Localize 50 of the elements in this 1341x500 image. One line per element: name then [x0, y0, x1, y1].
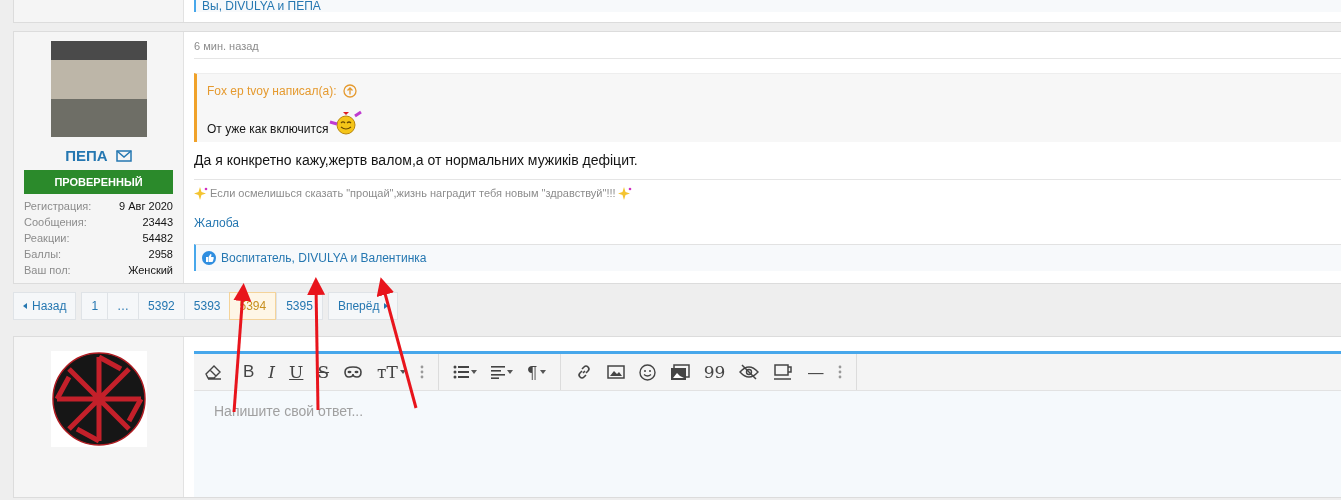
mask-icon[interactable] [343, 366, 364, 378]
stat-label: Ваш пол: [24, 263, 71, 278]
align-button[interactable] [490, 365, 513, 379]
reactions-text[interactable]: Вы, DIVULYA и ПЕПА [202, 1, 321, 12]
more-vertical-icon[interactable] [838, 365, 843, 379]
reply-editor[interactable]: B I U S тT ¶ 99 — Напишите свой ответ... [194, 351, 1341, 497]
page-button[interactable]: 5393 [183, 292, 230, 320]
stat-value: 23443 [142, 215, 173, 230]
page-button[interactable]: 5395 [276, 292, 323, 320]
post-time[interactable]: 6 мин. назад [194, 32, 1341, 59]
toolbar-button[interactable]: S [317, 362, 330, 382]
image-icon[interactable] [606, 365, 625, 379]
more-vertical-icon[interactable] [419, 365, 424, 379]
gallery-icon[interactable] [669, 363, 690, 381]
toolbar-button[interactable]: тT [377, 362, 406, 382]
stat-value: 2958 [148, 247, 173, 262]
stat-value: 54482 [142, 231, 173, 246]
report-link[interactable]: Жалоба [194, 216, 239, 230]
eraser-icon[interactable] [205, 364, 223, 380]
quote-text: От уже как включится [207, 122, 329, 136]
signature-text: Если осмелишься сказать "прощай",жизнь наградит тебя новым "здравствуй"!!! [210, 187, 616, 199]
sparkle-icon [194, 186, 208, 200]
envelope-icon[interactable] [115, 149, 132, 162]
next-page-button[interactable]: Вперёд [327, 292, 399, 320]
username-link[interactable]: ПЕПА [65, 147, 108, 164]
toolbar-button[interactable]: ¶ [526, 362, 546, 382]
toolbar-button[interactable]: — [807, 362, 825, 382]
stat-value: Женский [128, 263, 173, 278]
list-button[interactable] [452, 365, 477, 379]
sparkle-icon [617, 186, 632, 200]
user-title-banner: ПРОВЕРЕННЫЙ [24, 170, 173, 194]
smiley-icon[interactable] [638, 363, 656, 381]
hidden-eye-icon[interactable] [739, 364, 760, 380]
page-button[interactable]: … [107, 292, 139, 320]
stat-label: Баллы: [24, 247, 62, 262]
stat-label: Реакции: [24, 231, 70, 246]
post-text: Да я конкретно кажу,жертв валом,а от нормальних мужиків дефіцит. [194, 142, 1341, 180]
cup-icon[interactable] [773, 364, 794, 380]
toolbar-button[interactable]: I [268, 362, 276, 382]
page-button[interactable]: 5392 [138, 292, 184, 320]
previous-page-button[interactable]: Назад [13, 292, 77, 320]
stat-value: 9 Авг 2020 [119, 199, 173, 214]
thumbs-up-icon [202, 251, 216, 265]
toolbar-button[interactable]: B [237, 362, 255, 382]
stat-label: Сообщения: [24, 215, 87, 230]
stat-label: Регистрация: [24, 199, 92, 214]
toolbar-button[interactable]: 99 [703, 362, 726, 382]
page-button[interactable]: 1 [81, 292, 108, 320]
toolbar-button[interactable]: U [289, 362, 304, 382]
reactions-text[interactable]: Воспитатель, DIVULYA и Валентинка [221, 251, 427, 265]
